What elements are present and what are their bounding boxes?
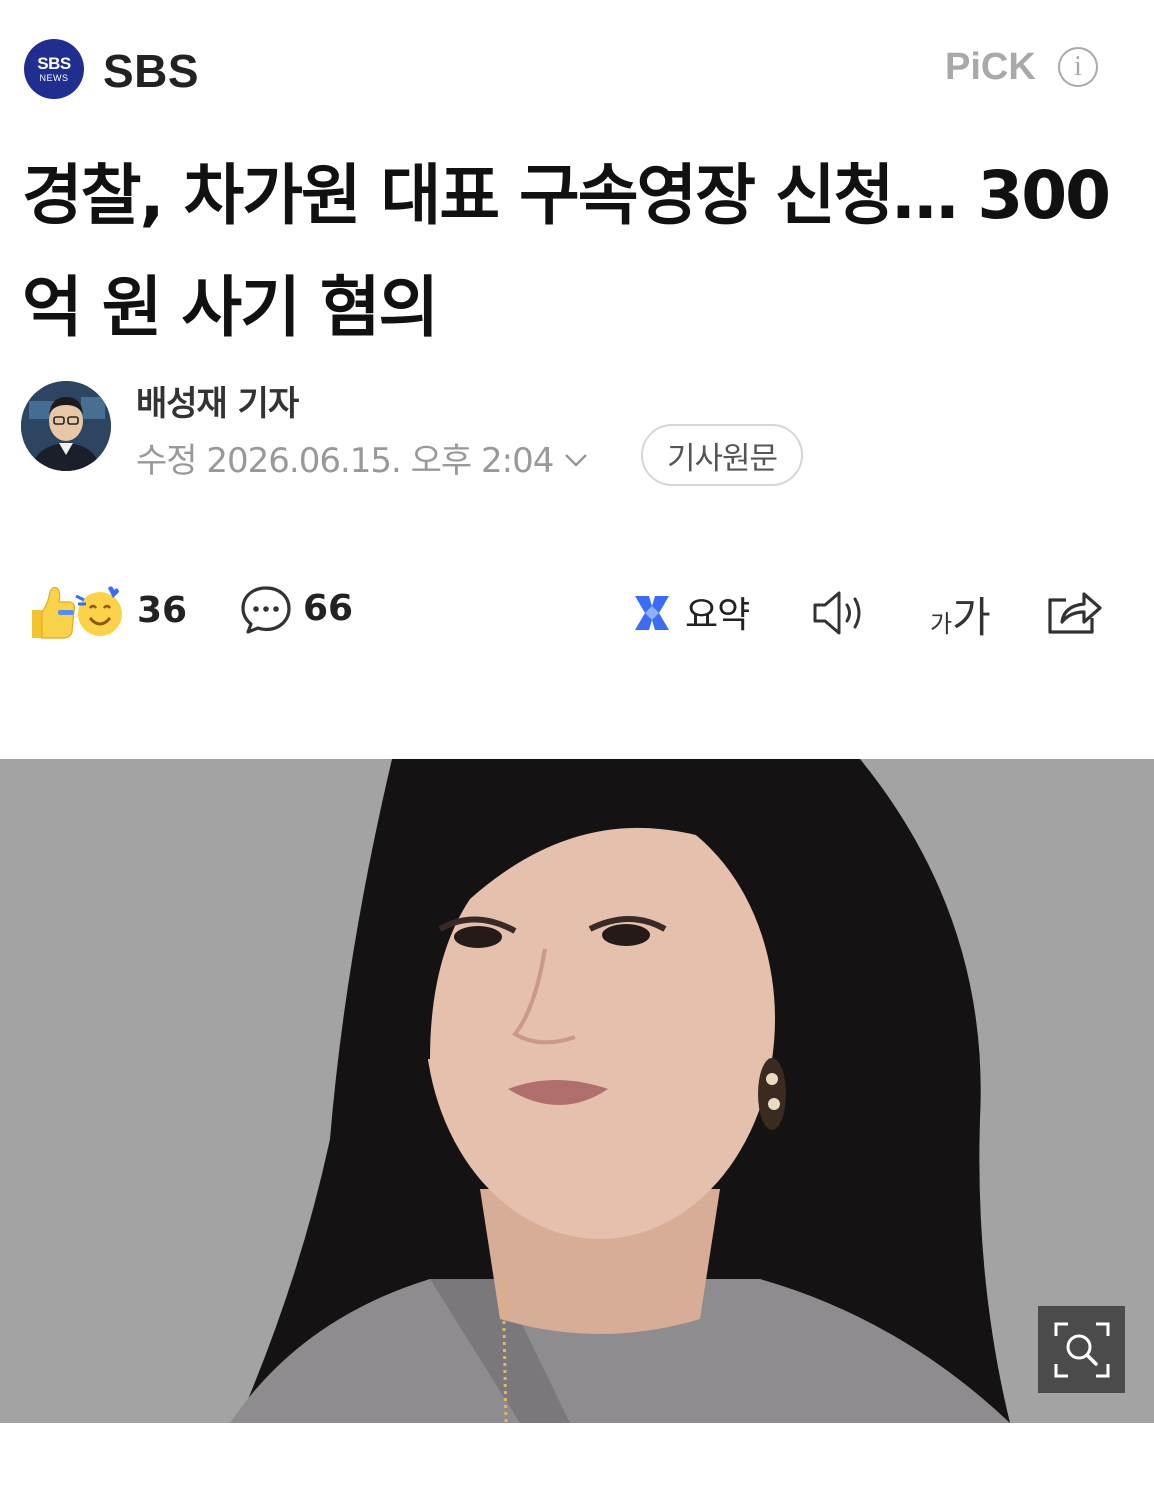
font-small-label: 가: [930, 610, 953, 638]
press-header: SBS NEWS SBS PiCK i: [0, 0, 1154, 130]
action-bar: 36 66 요약 가가: [0, 570, 1154, 650]
original-article-button[interactable]: 기사원문: [641, 424, 803, 486]
article-photo[interactable]: [0, 759, 1154, 1423]
speaker-icon[interactable]: [811, 588, 871, 642]
font-size-icon[interactable]: 가가: [930, 584, 991, 645]
press-logo[interactable]: SBS NEWS: [24, 39, 84, 99]
reporter-avatar[interactable]: [21, 381, 111, 471]
logo-subtext: NEWS: [39, 73, 69, 83]
reporter-name[interactable]: 배성재 기자: [136, 376, 299, 425]
logo-text: SBS: [37, 54, 71, 73]
reaction-count: 36: [137, 590, 188, 631]
pick-badge: PiCK: [945, 46, 1036, 88]
press-name[interactable]: SBS: [103, 44, 199, 98]
summary-icon[interactable]: [631, 592, 673, 638]
chevron-down-icon[interactable]: [563, 438, 589, 478]
article-date[interactable]: 수정 2026.06.15. 오후 2:04: [136, 433, 589, 482]
reaction-button[interactable]: [28, 582, 128, 642]
info-icon[interactable]: i: [1058, 47, 1098, 87]
smile-icon: [75, 586, 122, 636]
thumbs-up-icon: [32, 586, 76, 639]
share-icon[interactable]: [1046, 586, 1104, 640]
comment-count[interactable]: 66: [303, 588, 353, 629]
comment-icon[interactable]: [240, 584, 292, 640]
font-large-label: 가: [952, 593, 991, 642]
summary-label[interactable]: 요약: [685, 586, 750, 638]
article-title: 경찰, 차가원 대표 구속영장 신청… 300억 원 사기 혐의: [22, 157, 1111, 346]
date-text: 수정 2026.06.15. 오후 2:04: [136, 441, 554, 481]
zoom-icon[interactable]: [1038, 1306, 1125, 1393]
